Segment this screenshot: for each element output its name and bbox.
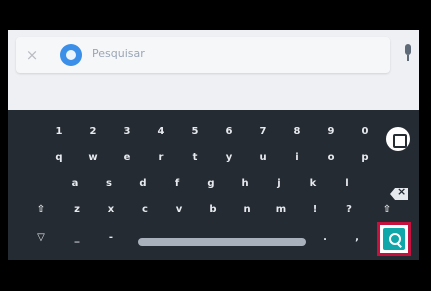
key-shift-left[interactable]: ⇧: [28, 198, 54, 222]
onscreen-keyboard: 1 2 3 4 5 6 7 8 9 0 q w e r t y u i o p …: [8, 110, 419, 260]
key-w[interactable]: w: [80, 146, 106, 170]
device-screen: × Pesquisar 1 2 3 4 5 6 7 8 9 0 q w e r: [8, 0, 419, 291]
key-q[interactable]: q: [46, 146, 72, 170]
microphone-icon-body: [405, 44, 411, 55]
key-1[interactable]: 1: [46, 120, 72, 144]
key-v[interactable]: v: [166, 198, 192, 222]
key-5[interactable]: 5: [182, 120, 208, 144]
key-p[interactable]: p: [352, 146, 378, 170]
search-icon-handle: [396, 242, 402, 248]
keyboard-row-bottom: ▽ _ - . ,: [8, 226, 419, 250]
search-app-bar: × Pesquisar: [8, 30, 419, 110]
keyboard-row-qwerty: q w e r t y u i o p: [8, 146, 419, 200]
search-box[interactable]: × Pesquisar: [16, 37, 390, 73]
key-k[interactable]: k: [300, 172, 326, 196]
key-dash[interactable]: -: [98, 226, 124, 250]
key-m[interactable]: m: [268, 198, 294, 222]
search-icon: [383, 228, 405, 250]
key-b[interactable]: b: [200, 198, 226, 222]
microphone-icon-stem: [407, 55, 409, 61]
bottom-black-bar: [8, 260, 419, 291]
key-x[interactable]: x: [98, 198, 124, 222]
key-s[interactable]: s: [96, 172, 122, 196]
key-c[interactable]: c: [132, 198, 158, 222]
key-j[interactable]: j: [266, 172, 292, 196]
microphone-icon[interactable]: [403, 44, 413, 64]
key-7[interactable]: 7: [250, 120, 276, 144]
key-y[interactable]: y: [216, 146, 242, 170]
key-8[interactable]: 8: [284, 120, 310, 144]
key-n[interactable]: n: [234, 198, 260, 222]
key-0[interactable]: 0: [352, 120, 378, 144]
key-6[interactable]: 6: [216, 120, 242, 144]
keyboard-search-button[interactable]: [377, 222, 411, 256]
key-o[interactable]: o: [318, 146, 344, 170]
close-icon[interactable]: ×: [24, 45, 40, 65]
keyboard-row-zxcv: ⇧ z x c v b n m ! ? ⇧: [8, 198, 419, 222]
key-e[interactable]: e: [114, 146, 140, 170]
key-g[interactable]: g: [198, 172, 224, 196]
spacebar[interactable]: [138, 238, 306, 246]
key-question[interactable]: ?: [336, 198, 362, 222]
key-period[interactable]: .: [312, 226, 338, 250]
key-z[interactable]: z: [64, 198, 90, 222]
search-input-placeholder[interactable]: Pesquisar: [92, 47, 145, 60]
keyboard-row-asdf: a s d f g h j k l: [8, 172, 419, 196]
key-h[interactable]: h: [232, 172, 258, 196]
keyboard-row-numbers: 1 2 3 4 5 6 7 8 9 0: [8, 120, 419, 151]
key-f[interactable]: f: [164, 172, 190, 196]
key-r[interactable]: r: [148, 146, 174, 170]
key-shift-right[interactable]: ⇧: [374, 198, 400, 222]
key-d[interactable]: d: [130, 172, 156, 196]
google-logo-icon: [60, 44, 82, 66]
key-4[interactable]: 4: [148, 120, 174, 144]
key-u[interactable]: u: [250, 146, 276, 170]
key-comma[interactable]: ,: [344, 226, 370, 250]
key-hide-keyboard[interactable]: ▽: [28, 226, 54, 250]
key-l[interactable]: l: [334, 172, 360, 196]
key-3[interactable]: 3: [114, 120, 140, 144]
key-t[interactable]: t: [182, 146, 208, 170]
key-exclamation[interactable]: !: [302, 198, 328, 222]
key-underscore[interactable]: _: [64, 226, 90, 250]
key-2[interactable]: 2: [80, 120, 106, 144]
key-a[interactable]: a: [62, 172, 88, 196]
key-9[interactable]: 9: [318, 120, 344, 144]
key-i[interactable]: i: [284, 146, 310, 170]
